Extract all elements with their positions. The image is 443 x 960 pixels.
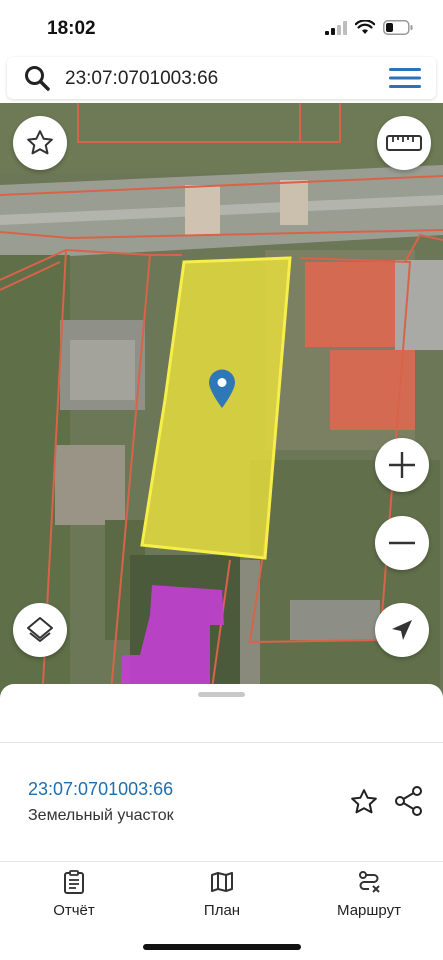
- minus-icon: [389, 541, 415, 545]
- ruler-icon: [386, 135, 422, 151]
- nav-label-route: Маршрут: [337, 902, 401, 919]
- layers-button[interactable]: [13, 603, 67, 657]
- status-icons: [325, 20, 413, 35]
- star-icon[interactable]: [349, 787, 379, 817]
- location-pin-icon[interactable]: [208, 369, 236, 409]
- parcel-type: Земельный участок: [28, 807, 174, 824]
- share-icon[interactable]: [394, 785, 424, 817]
- layers-icon: [27, 617, 53, 642]
- report-icon: [64, 870, 84, 894]
- route-icon: [359, 871, 380, 893]
- bottom-nav: Отчёт План Маршрут: [0, 862, 443, 932]
- status-bar: 18:02: [0, 0, 443, 58]
- favorite-map-button[interactable]: [13, 116, 67, 170]
- my-location-button[interactable]: [375, 603, 429, 657]
- hamburger-menu-icon[interactable]: [389, 67, 421, 89]
- zoom-out-button[interactable]: [375, 516, 429, 570]
- parcel-cadastral-number[interactable]: 23:07:0701003:66: [28, 779, 173, 800]
- search-bar[interactable]: 23:07:0701003:66: [7, 57, 436, 99]
- nav-label-report: Отчёт: [53, 902, 95, 919]
- nav-item-plan[interactable]: План: [196, 870, 248, 919]
- ruler-button[interactable]: [377, 116, 431, 170]
- sheet-drag-handle[interactable]: [198, 692, 245, 697]
- status-time: 18:02: [47, 18, 96, 39]
- search-input[interactable]: 23:07:0701003:66: [65, 68, 218, 90]
- nav-item-report[interactable]: Отчёт: [48, 870, 100, 919]
- map-view[interactable]: [0, 103, 443, 703]
- signal-icon: [325, 20, 347, 35]
- nav-item-route[interactable]: Маршрут: [330, 870, 408, 919]
- home-indicator[interactable]: [143, 944, 301, 950]
- nav-label-plan: План: [203, 902, 241, 919]
- star-icon: [27, 130, 53, 155]
- map-icon: [211, 872, 233, 892]
- zoom-in-button[interactable]: [375, 438, 429, 492]
- wifi-icon: [355, 20, 375, 34]
- navigation-arrow-icon: [392, 620, 412, 640]
- plus-icon: [389, 452, 415, 478]
- battery-icon: [383, 20, 413, 35]
- search-icon[interactable]: [24, 65, 50, 91]
- divider: [0, 742, 443, 743]
